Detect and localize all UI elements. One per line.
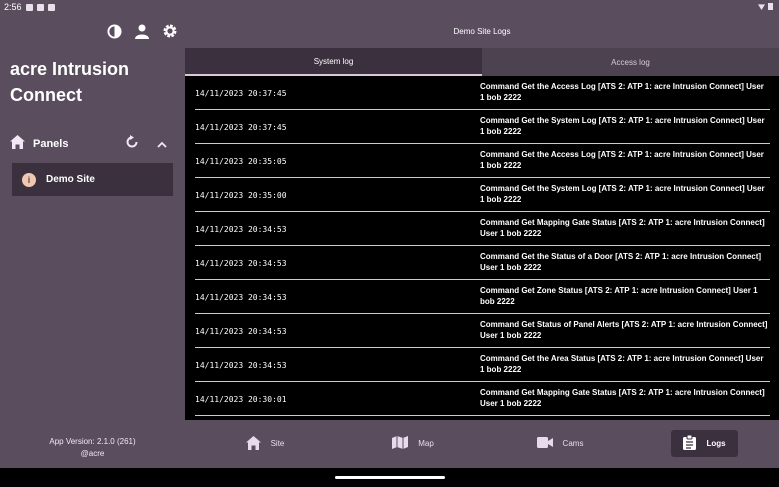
log-message: Command Get Mapping Gate Status [ATS 2: …: [480, 218, 765, 238]
top-app-bar: Demo Site Logs: [185, 14, 779, 48]
log-timestamp: 14/11/2023 20:37:45: [195, 88, 287, 98]
home-icon: [245, 435, 261, 452]
sidebar-actions: [105, 22, 179, 40]
tab-system-log[interactable]: System log: [185, 48, 482, 76]
table-row: 14/11/2023 20:30:01 Command Get Mapping …: [195, 382, 770, 416]
log-message: Command Get the System Log [ATS 2: ATP 1…: [480, 116, 765, 136]
app-version-info: App Version: 2.1.0 (261) @acre: [0, 436, 185, 460]
clipboard-icon: [683, 434, 697, 452]
table-row: 14/11/2023 20:35:00 Command Get the Syst…: [195, 178, 770, 212]
log-timestamp: 14/11/2023 20:34:53: [195, 292, 287, 302]
camera-icon: [536, 437, 553, 450]
table-row: 14/11/2023 20:34:53 Command Get the Area…: [195, 348, 770, 382]
log-timestamp: 14/11/2023 20:34:53: [195, 258, 287, 268]
translate-icon: [47, 3, 55, 11]
table-row: 14/11/2023 20:34:53 Command Get Zone Sta…: [195, 280, 770, 314]
app-version: App Version: 2.1.0 (261): [49, 437, 136, 446]
log-message: Command Get the System Log [ATS 2: ATP 1…: [480, 184, 765, 204]
nav-label-site: Site: [270, 439, 285, 448]
log-timestamp: 14/11/2023 20:34:53: [195, 360, 287, 370]
tab-access-log[interactable]: Access log: [482, 48, 779, 76]
log-tabs: System log Access log: [185, 48, 779, 76]
status-bar: 2:56: [0, 0, 779, 14]
page-title: Demo Site Logs: [453, 26, 511, 36]
log-message: Command Get Zone Status [ATS 2: ATP 1: a…: [480, 286, 758, 306]
status-indicators: [758, 3, 773, 10]
log-timestamp: 14/11/2023 20:34:53: [195, 326, 287, 336]
nav-label-cams: Cams: [562, 439, 584, 448]
bottom-navigation: Site Map Cams Logs: [185, 420, 779, 468]
log-timestamp: 14/11/2023 20:34:53: [195, 224, 287, 234]
table-row: 14/11/2023 20:34:53 Command Get Status o…: [195, 314, 770, 348]
log-list[interactable]: 14/11/2023 20:37:45 Command Get the Acce…: [185, 76, 779, 420]
nav-item-site[interactable]: Site: [235, 430, 295, 457]
account-icon[interactable]: [133, 22, 151, 40]
log-timestamp: 14/11/2023 20:35:05: [195, 156, 287, 166]
panels-label: Panels: [33, 138, 69, 150]
main-content: Demo Site Logs System log Access log 14/…: [185, 14, 779, 468]
panels-header: Panels: [10, 134, 175, 154]
log-message: Command Get the Access Log [ATS 2: ATP 1…: [480, 150, 764, 170]
chevron-up-icon[interactable]: [157, 136, 167, 154]
table-row: 14/11/2023 20:35:05 Command Get the Acce…: [195, 144, 770, 178]
home-gesture-handle[interactable]: [335, 476, 445, 479]
nav-label-map: Map: [418, 439, 434, 448]
settings-gear-icon[interactable]: [161, 22, 179, 40]
log-message: Command Get the Area Status [ATS 2: ATP …: [480, 354, 764, 374]
copyright: @acre: [80, 449, 105, 458]
system-navigation-bar: [0, 468, 779, 487]
log-timestamp: 14/11/2023 20:35:00: [195, 190, 287, 200]
nav-label-logs: Logs: [706, 439, 726, 448]
sidebar: acre Intrusion Connect Panels i Demo Sit…: [0, 14, 185, 468]
wifi-icon: [758, 4, 765, 10]
refresh-icon[interactable]: [125, 135, 139, 154]
table-row: 14/11/2023 20:34:53 Command Get the Stat…: [195, 246, 770, 280]
site-item-label: Demo Site: [46, 174, 95, 185]
table-row: 14/11/2023 20:34:53 Command Get Mapping …: [195, 212, 770, 246]
battery-icon: [768, 3, 773, 10]
home-icon: [10, 134, 25, 154]
table-row: 14/11/2023 20:37:45 Command Get the Acce…: [195, 76, 770, 110]
table-row: 14/11/2023 20:37:45 Command Get the Syst…: [195, 110, 770, 144]
log-message: Command Get Status of Panel Alerts [ATS …: [480, 320, 768, 340]
info-icon: i: [22, 172, 36, 187]
shield-icon: [25, 3, 33, 11]
nav-item-cams[interactable]: Cams: [529, 430, 591, 457]
log-timestamp: 14/11/2023 20:30:01: [195, 394, 287, 404]
log-message: Command Get the Access Log [ATS 2: ATP 1…: [480, 82, 764, 102]
notification-icon: [36, 3, 44, 11]
map-icon: [392, 436, 409, 451]
log-timestamp: 14/11/2023 20:37:45: [195, 122, 287, 132]
app-title: acre Intrusion Connect: [10, 59, 130, 105]
nav-item-map[interactable]: Map: [383, 430, 443, 457]
sidebar-item-demo-site[interactable]: i Demo Site: [12, 163, 173, 196]
log-message: Command Get the Status of a Door [ATS 2:…: [480, 252, 762, 272]
status-time: 2:56: [4, 2, 22, 12]
theme-toggle-icon[interactable]: [105, 22, 123, 40]
log-message: Command Get Mapping Gate Status [ATS 2: …: [480, 388, 765, 408]
nav-item-logs[interactable]: Logs: [671, 430, 738, 457]
